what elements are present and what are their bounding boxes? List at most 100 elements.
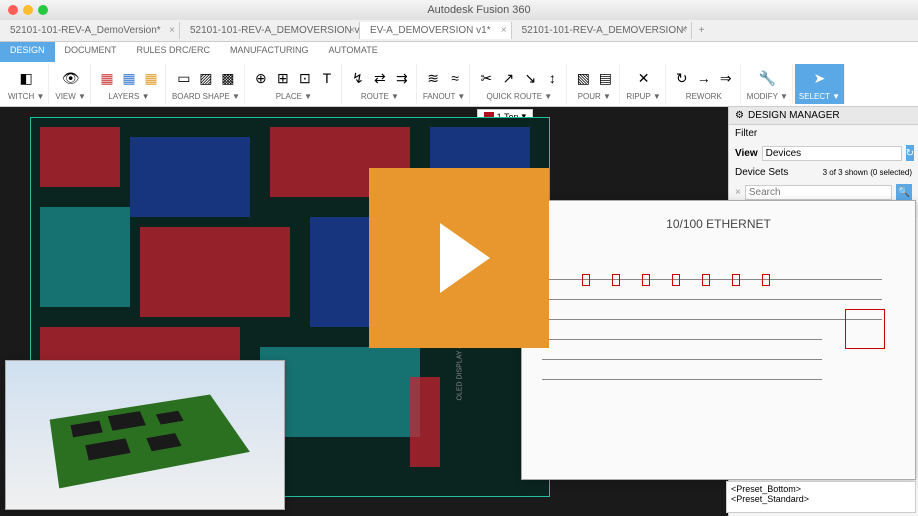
ribbon: DESIGN DOCUMENT RULES DRC/ERC MANUFACTUR… — [0, 42, 918, 107]
view-row: View ↻ — [729, 142, 918, 164]
tab-label: 52101-101-REV-A_DEMOVERSION* — [522, 25, 688, 36]
ribbon-tab-automate[interactable]: AUTOMATE — [319, 42, 388, 62]
close-window-button[interactable] — [8, 5, 18, 15]
quickroute-icon[interactable]: ↗ — [498, 68, 518, 88]
tool-label: LAYERS ▼ — [108, 92, 149, 101]
tool-group-route: ↯⇄⇉ ROUTE ▼ — [344, 64, 417, 104]
route-icon[interactable]: ⇄ — [370, 68, 390, 88]
tool-group-pour: ▧▤ POUR ▼ — [569, 64, 620, 104]
view-label: View — [735, 148, 758, 159]
place-icon[interactable]: ⊕ — [251, 68, 271, 88]
ribbon-tab-document[interactable]: DOCUMENT — [55, 42, 127, 62]
rework-icon[interactable]: → — [694, 68, 714, 88]
search-input[interactable] — [745, 185, 892, 200]
play-icon — [440, 223, 490, 293]
document-tab[interactable]: EV-A_DEMOVERSION v1*× — [360, 22, 512, 39]
rework-icon[interactable]: ⇒ — [716, 68, 736, 88]
preset-item[interactable]: <Preset_Bottom> — [731, 484, 911, 494]
window-titlebar: Autodesk Fusion 360 — [0, 0, 918, 20]
board-icon[interactable]: ▨ — [196, 68, 216, 88]
preset-item[interactable]: <Preset_Standard> — [731, 494, 911, 504]
tool-label: QUICK ROUTE ▼ — [486, 92, 552, 101]
layers-icon[interactable]: ▦ — [141, 68, 161, 88]
ripup-icon[interactable]: ✕ — [634, 68, 654, 88]
switch-icon[interactable]: ◧ — [16, 68, 36, 88]
layers-icon[interactable]: ▦ — [97, 68, 117, 88]
fanout-icon[interactable]: ≈ — [445, 68, 465, 88]
layers-icon[interactable]: ▦ — [119, 68, 139, 88]
cursor-icon[interactable]: ➤ — [809, 68, 829, 88]
ribbon-tab-rules[interactable]: RULES DRC/ERC — [127, 42, 221, 62]
window-title: Autodesk Fusion 360 — [48, 4, 910, 16]
tool-group-place: ⊕⊞⊡TPLACE ▼ — [247, 64, 342, 104]
tab-close-icon[interactable]: × — [501, 25, 507, 36]
tab-close-icon[interactable]: × — [681, 25, 687, 36]
tool-group-fanout: ≋≈FANOUT ▼ — [419, 64, 470, 104]
tool-label: POUR ▼ — [578, 92, 611, 101]
panel-title-text: DESIGN MANAGER — [748, 110, 840, 121]
tool-label: SELECT ▼ — [799, 92, 840, 101]
eye-icon[interactable]: 👁 — [61, 68, 81, 88]
fanout-icon[interactable]: ≋ — [423, 68, 443, 88]
quickroute-icon[interactable]: ✂ — [476, 68, 496, 88]
panel-title: ⚙ DESIGN MANAGER — [729, 107, 918, 125]
toolbar: ◧WITCH ▼ 👁VIEW ▼ ▦▦▦LAYERS ▼ ▭▨▩BOARD SH… — [0, 62, 918, 106]
3d-preview-window[interactable] — [5, 360, 285, 510]
place-icon[interactable]: ⊡ — [295, 68, 315, 88]
ribbon-tabs: DESIGN DOCUMENT RULES DRC/ERC MANUFACTUR… — [0, 42, 918, 62]
quickroute-icon[interactable]: ↘ — [520, 68, 540, 88]
ribbon-tab-manufacturing[interactable]: MANUFACTURING — [220, 42, 319, 62]
traffic-lights — [8, 5, 48, 15]
play-button[interactable] — [369, 168, 549, 348]
rework-icon[interactable]: ↻ — [672, 68, 692, 88]
count-text: 3 of 3 shown (0 selected) — [823, 168, 912, 177]
route-icon[interactable]: ⇉ — [392, 68, 412, 88]
refresh-button[interactable]: ↻ — [906, 145, 914, 161]
device-sets-row: Device Sets 3 of 3 shown (0 selected) — [729, 164, 918, 181]
ribbon-tab-design[interactable]: DESIGN — [0, 42, 55, 62]
tool-label: MODIFY ▼ — [747, 92, 788, 101]
tab-close-icon[interactable]: × — [349, 25, 355, 36]
filter-label: Filter — [735, 128, 770, 139]
document-tabs: 52101-101-REV-A_DemoVersion* × 52101-101-… — [0, 20, 918, 42]
view-select[interactable] — [762, 146, 902, 161]
tool-group-view: 👁 VIEW ▼ — [51, 64, 91, 104]
tool-label: REWORK — [686, 92, 722, 101]
zoom-window-button[interactable] — [38, 5, 48, 15]
tool-group-ripup: ✕RIPUP ▼ — [622, 64, 665, 104]
tool-label: ROUTE ▼ — [361, 92, 399, 101]
tool-group-switch: ◧ WITCH ▼ — [4, 64, 49, 104]
filter-row: Filter — [729, 125, 918, 142]
preset-list: <Preset_Bottom> <Preset_Standard> — [726, 481, 916, 513]
document-tab[interactable]: 52101-101-REV-A_DemoVersion* × — [0, 22, 180, 39]
route-icon[interactable]: ↯ — [348, 68, 368, 88]
tool-group-modify: 🔧 MODIFY ▼ — [743, 64, 793, 104]
wrench-icon[interactable]: 🔧 — [757, 68, 777, 88]
tool-group-select: ➤ SELECT ▼ — [795, 64, 845, 104]
tool-group-board-shape: ▭▨▩BOARD SHAPE ▼ — [168, 64, 245, 104]
tool-group-quick-route: ✂↗↘↕ QUICK ROUTE ▼ — [472, 64, 567, 104]
schematic-window[interactable]: 10/100 ETHERNET — [521, 200, 916, 480]
3d-pcb-board — [50, 395, 250, 489]
document-tab[interactable]: 52101-101-REV-A_DEMOVERSION v1× — [180, 22, 360, 39]
add-tab-button[interactable]: + — [692, 25, 712, 36]
minimize-window-button[interactable] — [23, 5, 33, 15]
pour-icon[interactable]: ▧ — [573, 68, 593, 88]
tab-close-icon[interactable]: × — [169, 25, 175, 36]
3d-canvas[interactable] — [6, 361, 284, 509]
tool-group-layers: ▦▦▦LAYERS ▼ — [93, 64, 166, 104]
tab-label: 52101-101-REV-A_DemoVersion* — [10, 25, 161, 36]
document-tab[interactable]: 52101-101-REV-A_DEMOVERSION*× — [512, 22, 692, 39]
place-icon[interactable]: ⊞ — [273, 68, 293, 88]
quickroute-icon[interactable]: ↕ — [542, 68, 562, 88]
tool-label: VIEW ▼ — [55, 92, 86, 101]
board-icon[interactable]: ▩ — [218, 68, 238, 88]
search-button[interactable]: 🔍 — [896, 184, 912, 200]
board-icon[interactable]: ▭ — [174, 68, 194, 88]
gear-icon[interactable]: ⚙ — [735, 110, 744, 121]
tab-label: 52101-101-REV-A_DEMOVERSION v1 — [190, 25, 360, 36]
pour-icon[interactable]: ▤ — [595, 68, 615, 88]
tool-label: WITCH ▼ — [8, 92, 44, 101]
schematic-canvas[interactable] — [522, 239, 915, 459]
place-icon[interactable]: T — [317, 68, 337, 88]
